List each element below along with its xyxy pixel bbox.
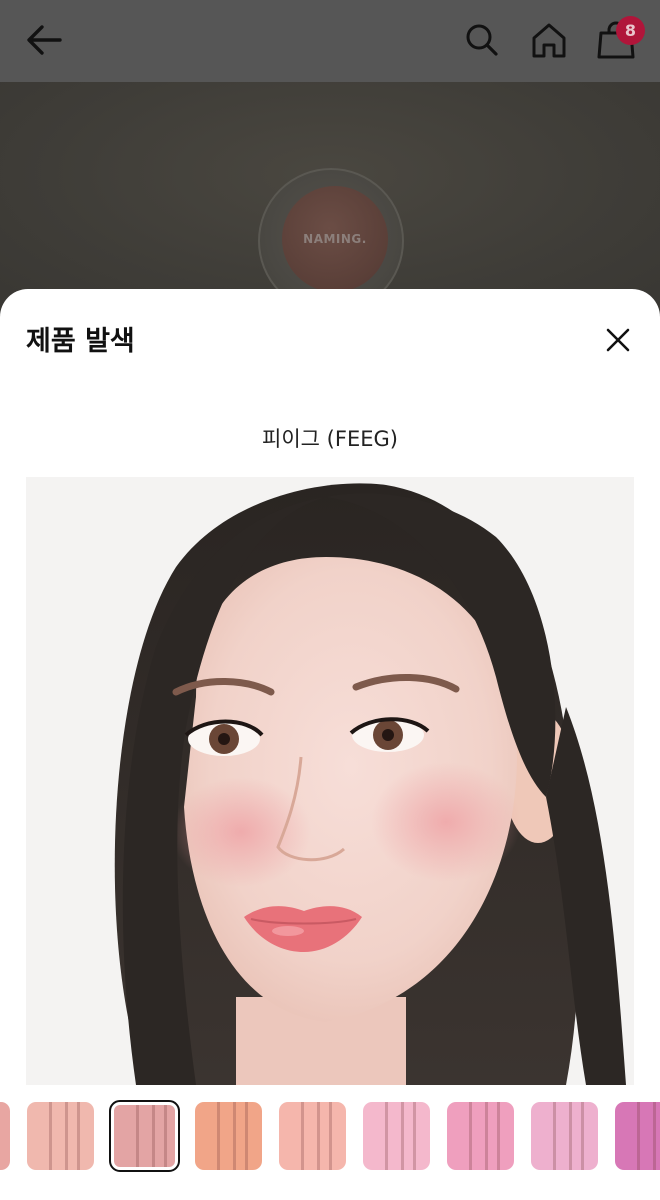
swatch-texture-stripe — [301, 1102, 304, 1170]
swatch-texture-stripe — [581, 1102, 584, 1170]
swatch-texture-stripe — [245, 1102, 248, 1170]
swatch-texture-stripe — [136, 1105, 139, 1167]
swatch-texture-stripe — [385, 1102, 388, 1170]
swatch-texture-stripe — [233, 1102, 236, 1170]
swatch-texture-stripe — [637, 1102, 640, 1170]
top-navigation-bar: 8 — [0, 0, 660, 82]
swatch-texture-stripe — [553, 1102, 556, 1170]
close-icon — [606, 328, 630, 352]
color-swatch[interactable] — [363, 1102, 430, 1170]
swatch-texture-stripe — [401, 1102, 404, 1170]
model-swatch-photo — [26, 477, 634, 1085]
close-button[interactable] — [598, 320, 638, 360]
swatch-texture-stripe — [164, 1105, 167, 1167]
arrow-left-icon[interactable] — [22, 18, 66, 62]
shade-name: 피이그 (FEEG) — [262, 427, 398, 451]
swatch-texture-stripe — [469, 1102, 472, 1170]
swatch-texture-stripe — [329, 1102, 332, 1170]
color-swatch[interactable] — [447, 1102, 514, 1170]
product-hero-image: NAMING. — [0, 82, 660, 312]
color-swatch[interactable] — [109, 1100, 180, 1172]
color-swatch[interactable] — [195, 1102, 262, 1170]
color-swatch[interactable] — [279, 1102, 346, 1170]
sheet-title: 제품 발색 — [26, 326, 135, 357]
swatch-texture-stripe — [497, 1102, 500, 1170]
swatch-texture-stripe — [217, 1102, 220, 1170]
swatch-texture-stripe — [152, 1105, 155, 1167]
color-swatch[interactable] — [0, 1102, 10, 1170]
swatch-texture-stripe — [317, 1102, 320, 1170]
color-swatch[interactable] — [531, 1102, 598, 1170]
cart-count-badge: 8 — [616, 16, 645, 45]
color-swatch[interactable] — [615, 1102, 660, 1170]
swatch-texture-stripe — [49, 1102, 52, 1170]
swatch-texture-stripe — [65, 1102, 68, 1170]
swatch-selector — [0, 1100, 660, 1172]
swatch-texture-stripe — [413, 1102, 416, 1170]
color-swatch-sheet: 제품 발색 피이그 (FEEG) — [0, 289, 660, 1200]
home-icon[interactable] — [527, 18, 571, 62]
color-swatch[interactable] — [27, 1102, 94, 1170]
search-icon[interactable] — [460, 18, 504, 62]
swatch-texture-stripe — [485, 1102, 488, 1170]
swatch-texture-stripe — [569, 1102, 572, 1170]
brand-logo: NAMING. — [303, 232, 367, 246]
swatch-texture-stripe — [653, 1102, 656, 1170]
swatch-texture-stripe — [77, 1102, 80, 1170]
